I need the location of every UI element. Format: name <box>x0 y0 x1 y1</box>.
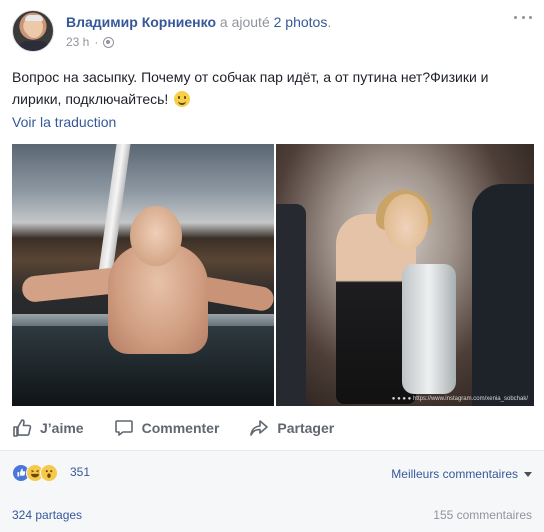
photo-2[interactable]: ● ● ● ● https://www.instagram.com/xenia_… <box>276 144 534 406</box>
author-line: Владимир Корниенко a ajouté 2 photos. <box>66 13 331 31</box>
comment-button[interactable]: Commenter <box>114 418 220 438</box>
like-button[interactable]: J’aime <box>12 418 84 438</box>
photo-1[interactable] <box>12 144 274 406</box>
comment-sort-dropdown[interactable]: Meilleurs commentaires <box>391 467 532 481</box>
reaction-icons[interactable] <box>12 464 58 482</box>
post-actions: J’aime Commenter Partager <box>12 412 532 444</box>
see-translation-link[interactable]: Voir la traduction <box>12 114 116 130</box>
caret-down-icon <box>524 471 532 477</box>
comment-label: Commenter <box>141 420 220 436</box>
like-label: J’aime <box>40 420 84 436</box>
share-button[interactable]: Partager <box>249 418 334 438</box>
author-action: a ajouté 2 photos. <box>216 14 332 30</box>
comment-sort-label: Meilleurs commentaires <box>391 467 518 481</box>
author-avatar[interactable] <box>12 10 54 52</box>
reaction-count[interactable]: 351 <box>70 465 90 479</box>
comments-count[interactable]: 155 commentaires <box>433 508 532 522</box>
feed-post: Владимир Корниенко a ajouté 2 photos. 23… <box>0 0 544 532</box>
globe-icon[interactable] <box>103 36 115 48</box>
meta-separator: · <box>94 35 99 49</box>
comment-bubble-icon <box>114 420 133 436</box>
thumbs-up-icon <box>13 419 32 437</box>
photo-credit: ● ● ● ● https://www.instagram.com/xenia_… <box>391 396 528 402</box>
post-text: Вопрос на засыпку. Почему от собчак пар … <box>12 69 489 107</box>
post-timestamp[interactable]: 23 h <box>66 35 89 49</box>
wow-reaction-icon <box>40 464 58 482</box>
more-options-icon[interactable] <box>514 10 532 24</box>
smile-emoji-icon <box>174 91 191 107</box>
share-arrow-icon <box>250 420 269 436</box>
author-name[interactable]: Владимир Корниенко <box>66 14 216 30</box>
shares-count[interactable]: 324 partages <box>12 508 82 522</box>
reactions-bar: 351 Meilleurs commentaires 324 partages … <box>0 450 544 532</box>
share-label: Partager <box>277 420 335 436</box>
post-meta: 23 h · <box>66 35 115 49</box>
photos-link[interactable]: 2 photos <box>274 14 328 30</box>
